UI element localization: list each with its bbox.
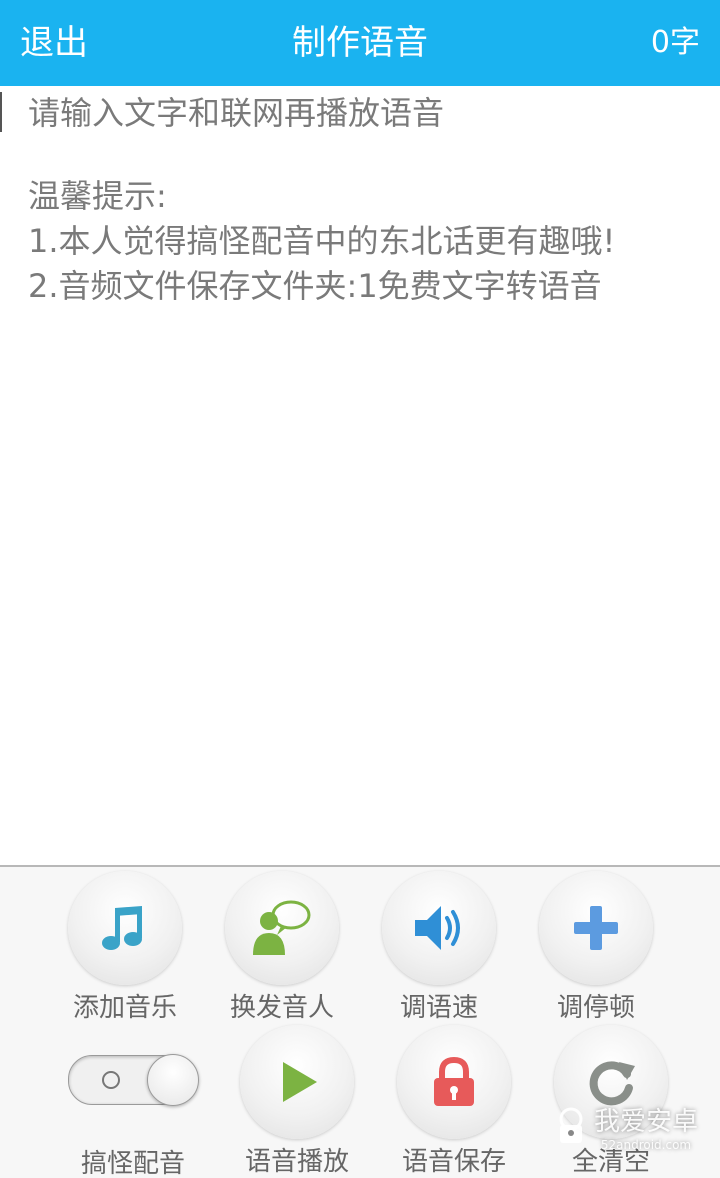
- app-root: 退出 制作语音 0字 请输入文字和联网再播放语音 温馨提示: 1.本人觉得搞怪配…: [0, 0, 720, 1178]
- toggle-switch[interactable]: [68, 1054, 199, 1106]
- watermark: 我爱安卓 52android.com: [554, 1101, 698, 1152]
- speed-circle[interactable]: [382, 871, 496, 985]
- tips-title: 温馨提示:: [28, 177, 167, 215]
- tip-line: 1.本人觉得搞怪配音中的东北话更有趣哦!: [28, 222, 616, 260]
- music-note-icon: [102, 906, 142, 950]
- save-circle[interactable]: [397, 1025, 511, 1139]
- tip-line: 2.音频文件保存文件夹:1免费文字转语音: [28, 267, 602, 305]
- change-voice-button[interactable]: 换发音人: [207, 871, 357, 1024]
- save-label: 语音保存: [401, 1147, 506, 1177]
- pause-button[interactable]: 调停顿: [521, 871, 671, 1024]
- pause-label: 调停顿: [556, 993, 635, 1023]
- change-voice-circle[interactable]: [225, 871, 339, 985]
- change-voice-label: 换发音人: [229, 993, 334, 1023]
- play-circle[interactable]: [240, 1025, 354, 1139]
- text-editor[interactable]: 请输入文字和联网再播放语音 温馨提示: 1.本人觉得搞怪配音中的东北话更有趣哦!…: [0, 86, 720, 866]
- add-music-circle[interactable]: [68, 871, 182, 985]
- pause-circle[interactable]: [539, 871, 653, 985]
- text-cursor: [0, 92, 2, 132]
- char-count: 0字: [650, 25, 700, 60]
- lock-icon: [434, 1056, 474, 1106]
- watermark-text: 我爱安卓: [593, 1107, 698, 1137]
- toggle-off-indicator: [102, 1071, 120, 1089]
- speaker-icon: [415, 906, 460, 950]
- funny-voice-toggle[interactable]: 搞怪配音: [58, 1025, 208, 1178]
- watermark-sub: 52android.com: [600, 1138, 692, 1152]
- play-button[interactable]: 语音播放: [222, 1025, 372, 1178]
- bottom-toolbar: 添加音乐 换发音人 调语速 调停顿 搞怪配音 语音播放 语音保存 全清空 我爱安…: [0, 867, 720, 1178]
- funny-voice-label: 搞怪配音: [80, 1149, 185, 1178]
- toggle-knob[interactable]: [147, 1054, 199, 1106]
- speed-button[interactable]: 调语速: [364, 871, 514, 1024]
- add-music-button[interactable]: 添加音乐: [50, 871, 200, 1024]
- plus-icon: [574, 906, 618, 950]
- android-logo-icon: [559, 1107, 583, 1143]
- top-bar: 退出 制作语音 0字: [0, 0, 720, 86]
- play-label: 语音播放: [244, 1147, 349, 1177]
- play-icon: [283, 1062, 317, 1102]
- person-speech-icon: [253, 900, 311, 955]
- page-title: 制作语音: [292, 23, 428, 63]
- save-button[interactable]: 语音保存: [379, 1025, 529, 1178]
- editor-placeholder: 请输入文字和联网再播放语音: [28, 94, 445, 132]
- tips-block: 温馨提示: 1.本人觉得搞怪配音中的东北话更有趣哦! 2.音频文件保存文件夹:1…: [28, 174, 615, 309]
- add-music-label: 添加音乐: [72, 993, 177, 1023]
- speed-label: 调语速: [399, 993, 478, 1023]
